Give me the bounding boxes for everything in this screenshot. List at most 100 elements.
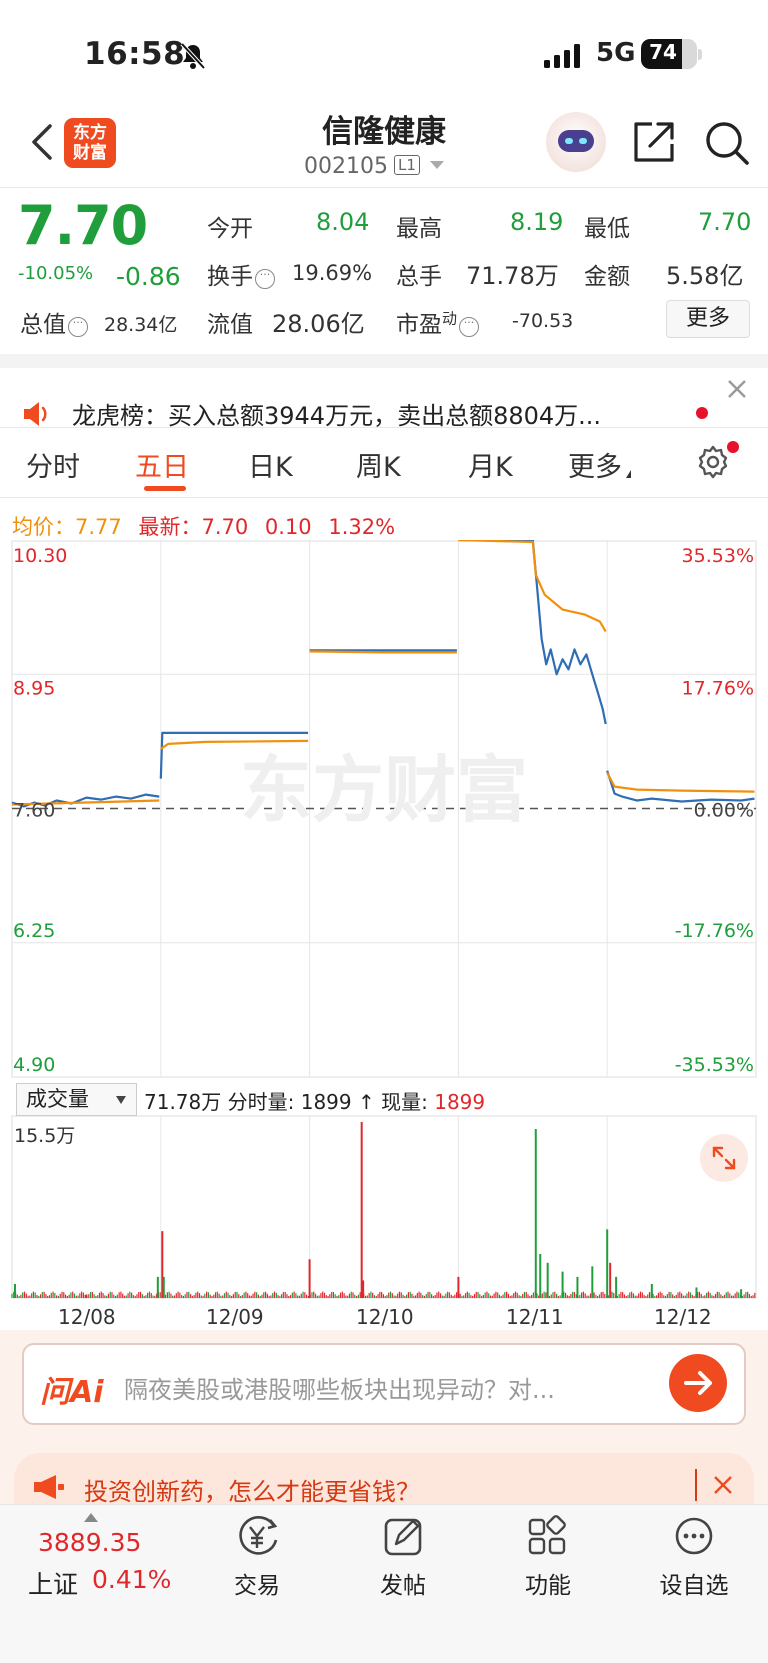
tab-daily-k[interactable]: 日K xyxy=(248,445,293,484)
pe-label[interactable]: 市盈动 ··· xyxy=(396,305,481,339)
date-label: 12/10 xyxy=(356,1305,414,1329)
last-price: 7.70 xyxy=(18,194,148,257)
low-label: 最低 xyxy=(584,216,630,242)
y-axis-right-label: 0.00% xyxy=(694,800,754,822)
nav-trade[interactable]: 交易 xyxy=(212,1514,302,1599)
section-gap xyxy=(0,354,768,368)
avg-price-line xyxy=(309,650,457,654)
bell-muted-icon xyxy=(180,42,206,70)
index-name[interactable]: 上证 xyxy=(28,1565,78,1601)
y-axis-left-label: 10.30 xyxy=(13,545,67,567)
volume-info: 71.78万 分时量: 1899 ↑ 现量: 1899 xyxy=(144,1090,486,1114)
ai-robot-avatar[interactable] xyxy=(546,112,606,172)
change-amount: -0.86 xyxy=(116,262,181,291)
latest-label: 最新： xyxy=(138,515,202,539)
settings-gear-icon[interactable] xyxy=(695,444,731,480)
turnover-label[interactable]: 换手 ··· xyxy=(207,257,277,291)
clock: 16:58 xyxy=(84,36,186,72)
more-dots-icon: ··· xyxy=(459,317,480,337)
nav-post[interactable]: 发帖 xyxy=(358,1514,448,1599)
dragon-tiger-notice[interactable]: 龙虎榜：买入总额3944万元，卖出总额8804万... xyxy=(72,396,601,431)
speaker-icon xyxy=(24,402,47,426)
nav-features[interactable]: 功能 xyxy=(503,1514,593,1599)
volume-value: 71.78万 xyxy=(466,262,559,290)
five-day-chart[interactable]: 东方财富 10.30 8.95 7.60 6.25 4.90 35.53% 17.76% 0.… xyxy=(0,540,768,1330)
close-icon[interactable] xyxy=(712,1474,734,1496)
high-label: 最高 xyxy=(396,216,442,242)
tab-more[interactable]: 更多 xyxy=(568,445,631,484)
close-icon[interactable] xyxy=(726,378,748,400)
avg-price-line xyxy=(458,540,607,633)
indicator-select[interactable]: 成交量 xyxy=(16,1083,137,1116)
search-icon[interactable] xyxy=(704,120,750,166)
mktcap-label[interactable]: 总值 ··· xyxy=(20,305,90,339)
tab-intraday[interactable]: 分时 xyxy=(26,445,80,484)
y-axis-left-label: 7.60 xyxy=(13,800,55,822)
latest-value: 7.70 xyxy=(201,515,249,539)
price-line xyxy=(458,540,607,725)
avg-price-value: 7.77 xyxy=(75,515,122,539)
volume-label: 总手 xyxy=(396,264,442,290)
amount-value: 5.58亿 xyxy=(666,262,744,290)
megaphone-icon xyxy=(34,1475,64,1499)
index-value[interactable]: 3889.35 xyxy=(38,1528,141,1557)
expand-up-icon[interactable] xyxy=(84,1513,98,1522)
arrow-right-icon xyxy=(684,1371,712,1395)
open-label: 今开 xyxy=(207,216,253,242)
expand-button[interactable] xyxy=(700,1134,748,1182)
more-quote-button[interactable]: 更多 xyxy=(666,300,750,338)
divider xyxy=(0,187,768,188)
volume-max-label: 15.5万 xyxy=(14,1125,76,1147)
trade-yen-icon xyxy=(239,1516,278,1555)
tab-five-day[interactable]: 五日 xyxy=(135,445,189,484)
tab-monthly-k[interactable]: 月K xyxy=(468,445,513,484)
float-label: 流值 xyxy=(207,312,253,338)
promo-text[interactable]: 投资创新药，怎么才能更省钱？ xyxy=(84,1472,420,1507)
tab-weekly-k[interactable]: 周K xyxy=(356,445,401,484)
more-dots-icon: ··· xyxy=(68,317,88,337)
separator xyxy=(695,1469,697,1501)
divider xyxy=(0,497,768,498)
latest-change: 0.10 xyxy=(264,515,312,539)
pe-value: -70.53 xyxy=(512,310,574,332)
grid-apps-icon xyxy=(528,1515,566,1555)
amount-label: 金额 xyxy=(584,264,630,290)
chart-legend: 均价：7.77 最新：7.70 0.10 1.32% xyxy=(12,511,395,541)
nav-watchlist[interactable]: 设自选 xyxy=(649,1514,739,1599)
chevron-down-icon xyxy=(429,161,444,169)
avg-price-line xyxy=(606,772,755,793)
status-bar: 16:58 5G 74 xyxy=(0,0,768,100)
share-icon[interactable] xyxy=(632,120,676,164)
network-type: 5G xyxy=(596,38,636,68)
expand-icon xyxy=(712,1146,736,1170)
divider xyxy=(0,427,768,428)
battery-icon: 74 xyxy=(641,39,697,69)
battery-tip xyxy=(698,49,702,60)
latest-change-pct: 1.32% xyxy=(328,515,396,539)
index-change[interactable]: 0.41% xyxy=(92,1565,171,1594)
mktcap-value: 28.34亿 xyxy=(104,314,178,336)
ai-submit-button[interactable] xyxy=(669,1354,727,1412)
y-axis-right-label: 35.53% xyxy=(682,545,754,567)
y-axis-right-label: -17.76% xyxy=(675,920,754,942)
turnover-value: 19.69% xyxy=(292,261,373,285)
active-tab-indicator xyxy=(144,486,186,491)
more-circle-icon xyxy=(675,1517,713,1555)
level-badge: L1 xyxy=(393,155,420,175)
volume-plot-frame xyxy=(11,1115,757,1299)
watermark: 东方财富 xyxy=(240,748,528,832)
y-axis-left-label: 6.25 xyxy=(13,920,55,942)
stock-code-row[interactable]: 002105 L1 xyxy=(304,154,444,179)
y-axis-right-label: -35.53% xyxy=(675,1054,754,1076)
ai-logo: 问Ai xyxy=(40,1375,104,1410)
low-value: 7.70 xyxy=(698,208,752,236)
dropdown-triangle-icon xyxy=(116,1096,126,1104)
ai-input[interactable]: 隔夜美股或港股哪些板块出现异动？对... xyxy=(124,1370,555,1405)
avg-price-label: 均价： xyxy=(12,515,75,539)
date-label: 12/11 xyxy=(506,1305,564,1329)
date-label: 12/12 xyxy=(654,1305,712,1329)
change-percent: -10.05% xyxy=(18,263,94,284)
settings-badge-dot xyxy=(727,441,739,453)
app-screen: 16:58 5G 74 东方 财富 信隆健康 002105 L1 7.70 -1… xyxy=(0,0,768,1663)
open-value: 8.04 xyxy=(316,208,370,236)
